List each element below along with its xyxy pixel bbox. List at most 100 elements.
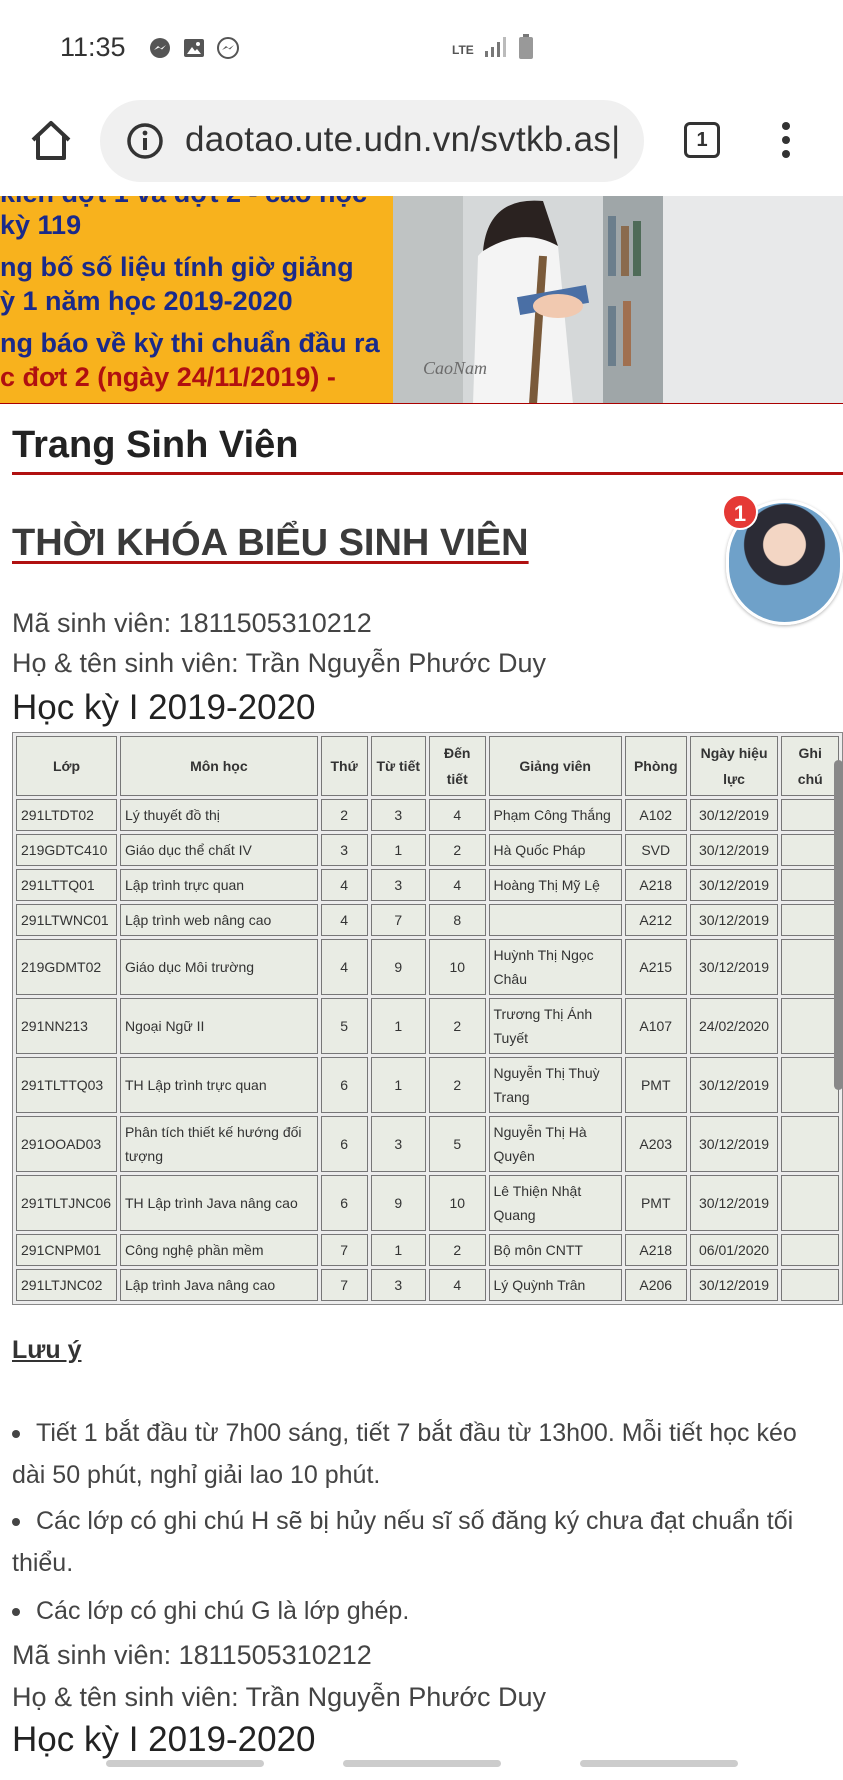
- nav-home[interactable]: [343, 1760, 501, 1767]
- table-row: 219GDTC410 Giáo dục thể chất IV 3 1 2 Hà…: [16, 834, 839, 866]
- cell-to: 2: [428, 1057, 486, 1113]
- cell-date: 24/02/2020: [689, 998, 779, 1054]
- home-button[interactable]: [28, 118, 74, 164]
- status-time: 11:35: [60, 32, 126, 62]
- col-header: Từ tiết: [370, 736, 426, 796]
- cell-day: 6: [320, 1057, 368, 1113]
- cell-room: A206: [624, 1269, 687, 1301]
- cell-to: 10: [428, 939, 486, 995]
- cell-lecturer: [488, 904, 622, 936]
- cell-subject: Giáo dục Môi trường: [119, 939, 318, 995]
- cell-day: 6: [320, 1175, 368, 1231]
- chat-head[interactable]: 1: [722, 494, 843, 628]
- cell-note: [781, 834, 839, 866]
- cell-note: [781, 1234, 839, 1266]
- cell-room: A203: [624, 1116, 687, 1172]
- col-header: Ghi chú: [781, 736, 839, 796]
- home-icon: [31, 121, 71, 160]
- cell-lecturer: Nguyễn Thị Hà Quyên: [488, 1116, 622, 1172]
- news-item[interactable]: ng báo về kỳ thi chuẩn đầu ra: [0, 328, 380, 359]
- cell-lecturer: Phạm Công Thắng: [488, 799, 622, 831]
- cell-day: 2: [320, 799, 368, 831]
- info-icon[interactable]: [126, 122, 164, 160]
- cell-note: [781, 1057, 839, 1113]
- horizontal-scrollbar[interactable]: [834, 760, 843, 1090]
- cell-to: 5: [428, 1116, 486, 1172]
- signal-icon: [484, 36, 508, 63]
- bullet-icon: [12, 1518, 20, 1527]
- cell-note: [781, 904, 839, 936]
- schedule-table: Lớp Môn học Thứ Từ tiết Đến tiết Giảng v…: [12, 732, 843, 1305]
- cell-from: 3: [370, 799, 426, 831]
- col-header: Môn học: [119, 736, 318, 796]
- cell-subject: Ngoại Ngữ II: [119, 998, 318, 1054]
- browser-toolbar: daotao.ute.udn.vn/svtkb.as| 1: [0, 96, 843, 196]
- cell-room: A218: [624, 1234, 687, 1266]
- student-name: Họ & tên sinh viên: Trần Nguyễn Phước Du…: [12, 1682, 547, 1712]
- cell-to: 8: [428, 904, 486, 936]
- term-title: Học kỳ I 2019-2020: [12, 1720, 316, 1759]
- cell-subject: Lập trình web nâng cao: [119, 904, 318, 936]
- cell-from: 1: [370, 1234, 426, 1266]
- cell-note: [781, 1269, 839, 1301]
- cell-to: 4: [428, 799, 486, 831]
- status-system-icons: LTE: [452, 34, 534, 65]
- col-header: Ngày hiệu lực: [689, 736, 779, 796]
- cell-lecturer: Huỳnh Thị Ngọc Châu: [488, 939, 622, 995]
- cell-class: 291TLTTQ03: [16, 1057, 117, 1113]
- cell-date: 30/12/2019: [689, 1116, 779, 1172]
- cell-from: 1: [370, 998, 426, 1054]
- cell-subject: TH Lập trình Java nâng cao: [119, 1175, 318, 1231]
- cell-lecturer: Trương Thị Ánh Tuyết: [488, 998, 622, 1054]
- cell-class: 291LTWNC01: [16, 904, 117, 936]
- cell-class: 291NN213: [16, 998, 117, 1054]
- heading-divider: [12, 472, 843, 475]
- cell-from: 9: [370, 1175, 426, 1231]
- cell-to: 4: [428, 1269, 486, 1301]
- nav-back[interactable]: [106, 1760, 264, 1767]
- cell-day: 5: [320, 998, 368, 1054]
- cell-class: 291LTTQ01: [16, 869, 117, 901]
- news-item[interactable]: kiến đợt 1 và đợt 2 - cao học: [0, 196, 367, 209]
- messenger-icon: [216, 36, 240, 60]
- nav-recents[interactable]: [580, 1760, 738, 1767]
- tab-switcher-button[interactable]: 1: [684, 122, 720, 158]
- cell-room: A215: [624, 939, 687, 995]
- news-item[interactable]: kỳ 119: [0, 210, 81, 241]
- bullet-icon: [12, 1430, 20, 1439]
- cell-to: 4: [428, 869, 486, 901]
- lte-label: LTE: [452, 42, 474, 57]
- address-bar[interactable]: daotao.ute.udn.vn/svtkb.as|: [100, 100, 644, 182]
- notes-title: Lưu ý: [12, 1336, 82, 1364]
- news-item[interactable]: ỳ 1 năm học 2019-2020: [0, 286, 293, 317]
- cell-subject: Phân tích thiết kế hướng đối tượng: [119, 1116, 318, 1172]
- cell-note: [781, 1175, 839, 1231]
- note-text: Các lớp có ghi chú H sẽ bị hủy nếu sĩ số…: [12, 1507, 794, 1577]
- cell-lecturer: Nguyễn Thị Thuỳ Trang: [488, 1057, 622, 1113]
- battery-icon: [518, 34, 534, 65]
- cell-to: 2: [428, 998, 486, 1054]
- cell-room: A107: [624, 998, 687, 1054]
- cell-from: 1: [370, 1057, 426, 1113]
- cell-subject: Lý thuyết đồ thị: [119, 799, 318, 831]
- note-text: Các lớp có ghi chú G là lớp ghép.: [36, 1597, 410, 1625]
- cell-lecturer: Lý Quỳnh Trân: [488, 1269, 622, 1301]
- cell-room: A218: [624, 869, 687, 901]
- news-ticker: kiến đợt 1 và đợt 2 - cao học kỳ 119 ng …: [0, 196, 393, 403]
- table-row: 219GDMT02 Giáo dục Môi trường 4 9 10 Huỳ…: [16, 939, 839, 995]
- news-item[interactable]: ng bố số liệu tính giờ giảng: [0, 252, 354, 283]
- cell-to: 2: [428, 1234, 486, 1266]
- student-id: Mã sinh viên: 1811505310212: [12, 608, 372, 638]
- status-bar: 11:35 LTE: [0, 0, 843, 96]
- student-name: Họ & tên sinh viên: Trần Nguyễn Phước Du…: [12, 648, 547, 678]
- status-notification-icons: [148, 36, 240, 60]
- col-header: Giảng viên: [488, 736, 622, 796]
- cell-class: 291TLTJNC06: [16, 1175, 117, 1231]
- col-header: Thứ: [320, 736, 368, 796]
- menu-button[interactable]: [776, 120, 796, 160]
- news-item[interactable]: c đơt 2 (ngày 24/11/2019) -: [0, 362, 336, 393]
- banner-photo: CaoNam: [393, 196, 843, 403]
- table-row: 291NN213 Ngoại Ngữ II 5 1 2 Trương Thị Á…: [16, 998, 839, 1054]
- cell-subject: Lập trình Java nâng cao: [119, 1269, 318, 1301]
- cell-day: 7: [320, 1269, 368, 1301]
